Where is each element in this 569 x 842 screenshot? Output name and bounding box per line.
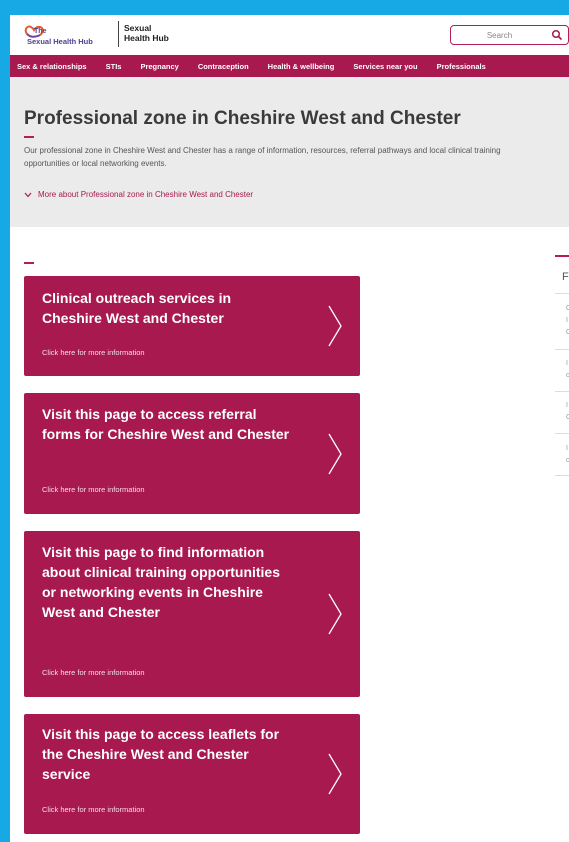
search-input[interactable] [457,28,542,42]
search-icon[interactable] [551,29,563,41]
title-accent-dash [24,136,34,138]
logo-the-text: The [34,28,47,35]
sidebar-accent-dash [555,255,569,257]
sidebar-item-text[interactable]: I [566,445,568,452]
card-title: Visit this page to access leaflets for t… [42,726,280,782]
sidebar-divider [555,293,569,294]
sidebar-divider [555,349,569,350]
nav-item-health-wellbeing[interactable]: Health & wellbeing [268,62,335,71]
main-nav: Sex & relationships STIs Pregnancy Contr… [10,55,569,77]
brand-line-1: Sexual [124,23,152,33]
nav-item-stis[interactable]: STIs [106,62,122,71]
card-clinical-outreach[interactable]: Clinical outreach services in Cheshire W… [24,276,360,376]
card-title: Clinical outreach services in Cheshire W… [42,290,232,326]
page-title: Professional zone in Cheshire West and C… [24,108,461,129]
hero-banner: Professional zone in Cheshire West and C… [10,77,569,227]
nav-item-sex-relationships[interactable]: Sex & relationships [17,62,87,71]
nav-item-pregnancy[interactable]: Pregnancy [140,62,178,71]
brand-line-2: Health Hub [124,33,169,43]
logo-divider [118,21,119,47]
card-subtitle: Click here for more information [42,668,145,677]
chevron-right-icon [328,593,342,635]
card-subtitle: Click here for more information [42,348,145,357]
logo-text: Sexual Health Hub [27,37,93,46]
card-subtitle: Click here for more information [42,805,145,814]
card-title: Visit this page to find information abou… [42,544,281,620]
nav-item-services-near-you[interactable]: Services near you [353,62,417,71]
site-header: The Sexual Health Hub Sexual Health Hub [10,15,569,55]
card-leaflets[interactable]: Visit this page to access leaflets for t… [24,714,360,834]
card-clinical-training[interactable]: Visit this page to find information abou… [24,531,360,697]
chevron-right-icon [328,305,342,347]
card-referral-forms[interactable]: Visit this page to access referral forms… [24,393,360,514]
sidebar-item-text[interactable]: I [566,360,568,367]
nav-item-contraception[interactable]: Contraception [198,62,249,71]
site-logo[interactable]: The Sexual Health Hub [24,24,119,48]
page-description: Our professional zone in Cheshire West a… [24,146,501,168]
page: The Sexual Health Hub Sexual Health Hub … [10,15,569,842]
search-box [450,25,569,45]
card-subtitle: Click here for more information [42,485,145,494]
more-about-link: More about Professional zone in Cheshire… [38,190,254,199]
sidebar-item-text[interactable]: I [566,402,568,409]
more-about-toggle[interactable]: More about Professional zone in Cheshire… [24,190,253,199]
chevron-right-icon [328,753,342,795]
chevron-down-icon [24,192,32,197]
chevron-right-icon [328,433,342,475]
sidebar-divider [555,391,569,392]
card-title: Visit this page to access referral forms… [42,406,290,442]
brand-name: Sexual Health Hub [124,23,184,43]
sidebar-item-text[interactable]: I [566,317,568,324]
sidebar-heading: F [562,271,569,283]
section-accent-dash [24,262,34,264]
sidebar-divider [555,475,569,476]
nav-item-professionals[interactable]: Professionals [437,62,486,71]
sidebar-divider [555,433,569,434]
